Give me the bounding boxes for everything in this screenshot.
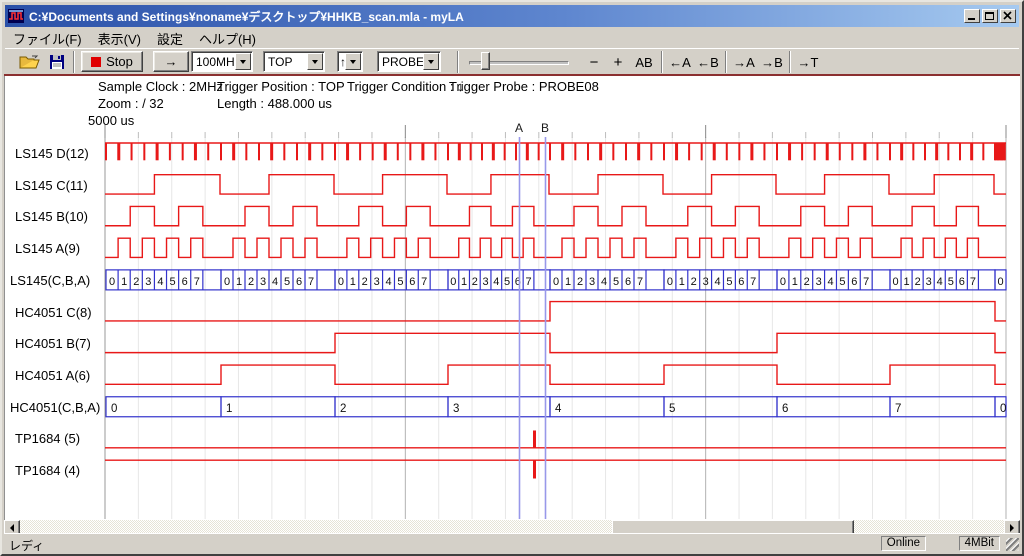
stop-icon [91,57,101,67]
floppy-disk-icon [49,54,65,70]
status-bar: レディ Online 4MBit [4,533,1020,552]
combo-dropdown-button[interactable] [345,53,361,70]
cursor-b-label: B [541,121,549,135]
combo-dropdown-button[interactable] [235,53,251,70]
trigger-probe-value: PROBE00 [378,55,423,69]
info-zoom: Zoom : / 32 [98,96,164,111]
menu-settings[interactable]: 設定 [149,28,191,49]
channel-label-hc-c: HC4051 C(8) [15,305,92,320]
sample-rate-combo[interactable]: 100MHz [191,51,253,72]
chevron-down-icon [350,60,356,64]
zoom-in-button[interactable]: + [607,52,629,72]
chevron-down-icon [428,60,434,64]
maximize-icon [985,12,994,20]
close-button[interactable] [1000,9,1016,23]
trigger-probe-combo[interactable]: PROBE00 [377,51,441,72]
resize-grip[interactable] [1006,538,1019,551]
arrow-right-icon [1010,524,1014,532]
minimize-icon [968,18,975,20]
toolbar-separator [73,51,75,73]
menu-file[interactable]: ファイル(F) [5,28,90,49]
trigger-edge-value: ↑ [338,55,345,69]
channel-label-tp1684-4: TP1684 (4) [15,463,80,478]
combo-dropdown-button[interactable] [307,53,323,70]
channel-label-hc-a: HC4051 A(6) [15,368,90,383]
menu-view[interactable]: 表示(V) [90,28,149,49]
toolbar: Stop → 100MHz TOP ↑ PROBE00 − + AB ←A ←B [5,48,1019,74]
arrow-left-icon [10,524,14,532]
window-title: C:¥Documents and Settings¥noname¥デスクトップ¥… [29,8,962,25]
channel-label-ls-b: LS145 B(10) [15,209,88,224]
save-button[interactable] [45,51,69,73]
zoom-slider-handle[interactable] [481,52,490,70]
run-arrow-icon: → [165,54,178,69]
toolbar-separator [661,51,663,73]
info-trigger-probe: Trigger Probe : PROBE08 [449,79,599,94]
channel-label-ls145-d: LS145 D(12) [15,146,89,161]
goto-cursor-a-button[interactable]: ←A [667,52,693,72]
channel-label-hc-b: HC4051 B(7) [15,336,91,351]
open-folder-icon [19,54,41,70]
maximize-button[interactable] [982,9,998,23]
goto-trigger-button[interactable]: →T [795,52,821,72]
toolbar-separator [789,51,791,73]
title-bar: C:¥Documents and Settings¥noname¥デスクトップ¥… [5,5,1019,27]
ab-cursor-button[interactable]: AB [631,52,657,72]
run-button[interactable]: → [153,51,189,72]
info-trigger-position: Trigger Position : TOP [217,79,345,94]
channel-label-ls-c: LS145 C(11) [15,178,88,193]
toolbar-separator [457,51,459,73]
minimize-button[interactable] [964,9,980,23]
status-online-panel: Online [881,536,926,551]
trigger-position-combo[interactable]: TOP [263,51,325,72]
toolbar-separator [725,51,727,73]
open-file-button[interactable] [17,51,43,73]
chevron-down-icon [312,60,318,64]
sample-rate-value: 100MHz [192,55,235,69]
channel-label-tp1684-5: TP1684 (5) [15,431,80,446]
channel-label-ls-a: LS145 A(9) [15,241,80,256]
goto-cursor-b-button[interactable]: ←B [695,52,721,72]
zoom-out-button[interactable]: − [583,52,605,72]
stop-button[interactable]: Stop [81,51,143,72]
status-ready-text: レディ [9,537,44,554]
chevron-down-icon [240,60,246,64]
info-sample-clock: Sample Clock : 2MHz [98,79,223,94]
info-trigger-condition: Trigger Condition : ↓ [347,79,464,94]
set-cursor-b-button[interactable]: →B [759,52,785,72]
stop-label: Stop [106,54,133,69]
app-icon [8,8,24,24]
set-cursor-a-button[interactable]: →A [731,52,757,72]
channel-label-hc-bus: HC4051(C,B,A) [10,400,100,415]
status-memory-panel: 4MBit [959,536,1000,551]
waveform-panel [4,76,1020,520]
ruler-time-label: 5000 us [88,113,134,128]
trigger-edge-combo[interactable]: ↑ [337,51,363,72]
close-icon [1003,11,1013,21]
info-length: Length : 488.000 us [217,96,332,111]
app-window: C:¥Documents and Settings¥noname¥デスクトップ¥… [0,0,1024,556]
combo-dropdown-button[interactable] [423,53,439,70]
menu-help[interactable]: ヘルプ(H) [191,28,264,49]
trigger-position-value: TOP [264,55,307,69]
menu-bar: ファイル(F) 表示(V) 設定 ヘルプ(H) [5,29,1019,48]
channel-label-ls-bus: LS145(C,B,A) [10,273,90,288]
cursor-a-label: A [515,121,523,135]
